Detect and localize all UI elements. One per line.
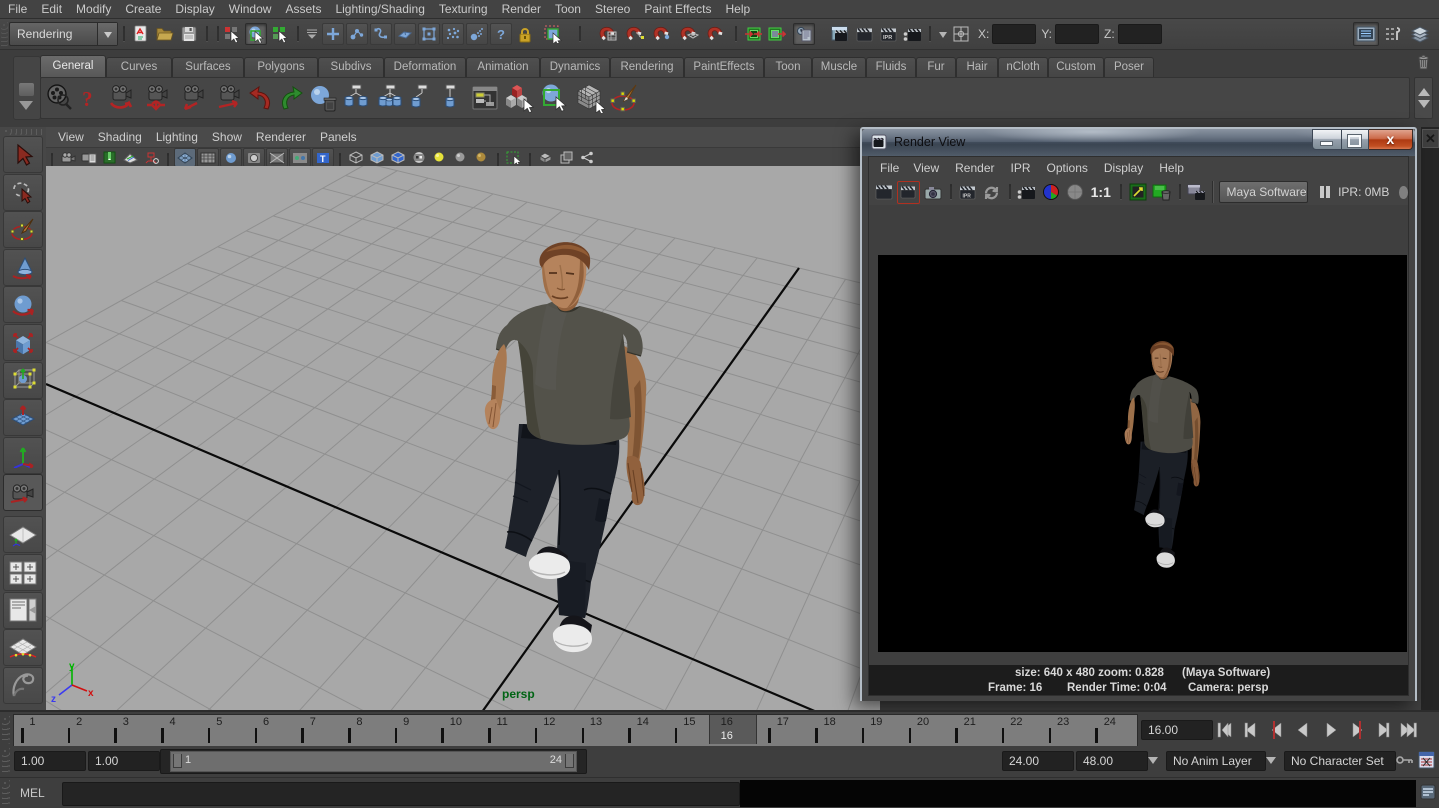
svg-text:y: y xyxy=(69,661,75,672)
svg-text:?: ? xyxy=(82,88,92,111)
svg-text:x: x xyxy=(88,688,94,699)
svg-text:T: T xyxy=(320,154,326,164)
svg-text:IPR: IPR xyxy=(883,35,892,41)
svg-text:?: ? xyxy=(497,27,505,42)
svg-text:IPR: IPR xyxy=(963,193,972,199)
svg-text:z: z xyxy=(51,694,56,705)
